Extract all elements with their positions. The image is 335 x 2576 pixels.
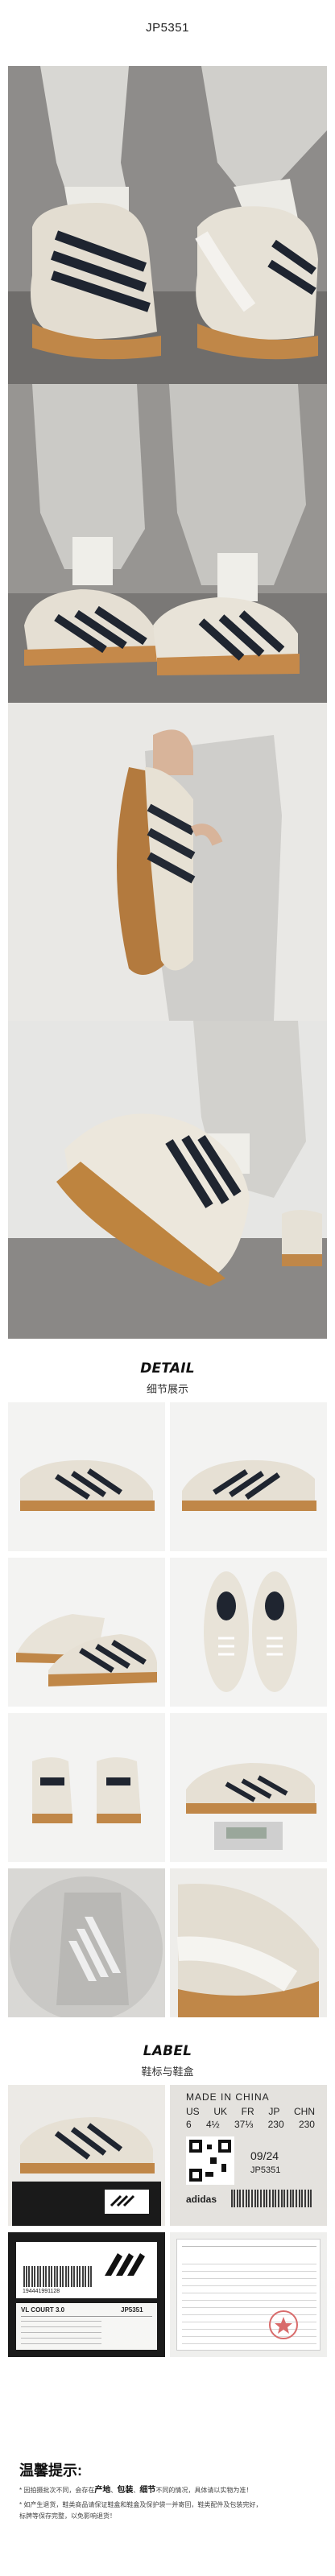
box-barcode-digits: 194441991128 <box>23 2289 60 2294</box>
detail-title: DETAIL <box>140 1360 195 1377</box>
model-photo-side <box>8 384 327 703</box>
detail-subtitle: 细节展示 <box>146 1383 188 1395</box>
size-tag: MADE IN CHINA US UK FR JP CHN 6 4½ 37⅓ 2… <box>170 2085 327 2226</box>
detail-photo-weight <box>170 1713 327 1862</box>
certificate-stamp-icon <box>269 2310 298 2339</box>
tag-article: JP5351 <box>250 2165 281 2175</box>
tag-size-fr: FR <box>241 2106 254 2117</box>
tag-size-val-us: 6 <box>186 2119 192 2130</box>
detail-photo-heel <box>8 1713 165 1862</box>
tag-size-chn: CHN <box>293 2106 315 2117</box>
box-model: VL COURT 3.0 <box>21 2306 65 2314</box>
label-subtitle: 鞋标与鞋盒 <box>141 2066 194 2078</box>
detail-photo-insole <box>8 1868 165 2017</box>
tag-size-us: US <box>186 2106 200 2117</box>
tips-line-3: 标牌等保存完整，以免影响退货！ <box>19 2512 116 2520</box>
tag-size-uk: UK <box>213 2106 227 2117</box>
detail-photo-pair <box>8 1558 165 1707</box>
box-label: 194441991128 VL COURT 3.0 JP5351 <box>8 2232 165 2357</box>
tag-size-values: 6 4½ 37⅓ 230 230 <box>186 2119 315 2130</box>
label-title: LABEL <box>143 2043 192 2059</box>
tag-brand: adidas <box>186 2194 217 2205</box>
detail-photo-lateral <box>8 1402 165 1551</box>
tag-made-in: MADE IN CHINA <box>186 2091 270 2103</box>
tips-line-2: * 如产生退货，鞋类商品请保证鞋盒和鞋盒及保护袋一并寄回，鞋类配件及包装完好， <box>19 2501 263 2508</box>
qr-code-icon <box>186 2136 234 2185</box>
box-label-info: VL COURT 3.0 JP5351 <box>16 2303 157 2350</box>
box-size-table <box>21 2321 101 2345</box>
model-photo-tilted <box>8 1021 327 1339</box>
tag-barcode <box>230 2190 315 2207</box>
adidas-logo-icon <box>105 2253 145 2276</box>
label-photo-shoe-box <box>8 2085 165 2226</box>
box-label-sticker: 194441991128 <box>16 2242 157 2298</box>
tag-size-val-uk: 4½ <box>205 2119 220 2130</box>
tag-date: 09/24 <box>250 2149 279 2162</box>
tips-title: 温馨提示: <box>19 2462 82 2479</box>
detail-photo-toe <box>170 1868 327 2017</box>
tag-size-val-chn: 230 <box>298 2119 315 2130</box>
product-code: JP5351 <box>146 21 189 35</box>
model-photo-front <box>8 66 327 384</box>
box-code: JP5351 <box>121 2306 143 2314</box>
box-barcode <box>23 2266 92 2287</box>
model-photo-sole <box>8 703 327 1021</box>
detail-photo-medial <box>170 1402 327 1551</box>
tag-size-val-fr: 37⅓ <box>234 2119 254 2130</box>
tag-size-val-jp: 230 <box>267 2119 284 2130</box>
tag-size-jp: JP <box>268 2106 280 2117</box>
certificate-card <box>170 2232 327 2357</box>
detail-photo-top <box>170 1558 327 1707</box>
tips-line-1: * 因拍摄批次不同，会存在产地、包装、细节不同的情况，具体请以实物为准！ <box>19 2486 253 2495</box>
tag-size-header: US UK FR JP CHN <box>186 2106 315 2117</box>
